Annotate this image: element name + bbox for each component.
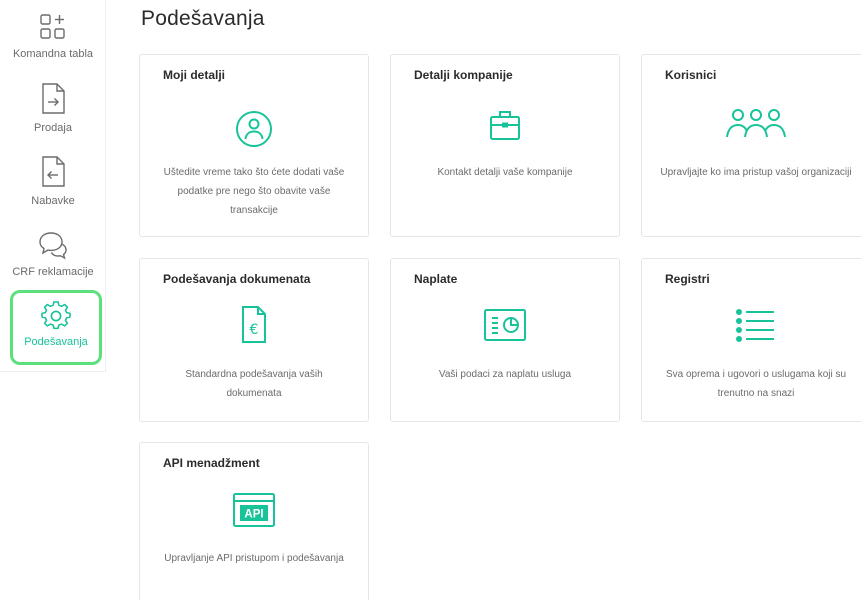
card-naplate[interactable]: Naplate Vaši podaci za naplatu usluga [390, 258, 620, 422]
card-title: Podešavanja dokumenata [163, 272, 311, 286]
card-title: Moji detalji [163, 68, 226, 82]
card-description: Vaši podaci za naplatu usluga [438, 369, 572, 380]
sidebar-item-komandna-tabla[interactable]: Komandna tabla [0, 12, 106, 60]
svg-text:€: € [250, 322, 259, 338]
sidebar-item-label: Prodaja [34, 122, 72, 134]
sidebar-item-label: Podešavanja [24, 336, 88, 348]
card-description: Upravljanje API pristupom i podešavanja [164, 553, 344, 564]
card-title: Korisnici [665, 68, 717, 82]
card-description: Standardna podešavanja vaših dokumenata [185, 369, 323, 399]
api-icon-text: API [244, 509, 263, 521]
api-window-icon: API [140, 491, 368, 529]
sidebar-item-label: Nabavke [31, 195, 75, 207]
card-title: Naplate [414, 272, 458, 286]
card-api-menadzment[interactable]: API menadžment API Upravljanje API prist… [139, 442, 369, 600]
page-title: Podešavanja [141, 7, 265, 30]
sidebar-item-podesavanja[interactable]: Podešavanja [10, 290, 102, 365]
sidebar-item-label: CRF reklamacije [12, 266, 94, 278]
card-title: Registri [665, 272, 710, 286]
gear-icon [41, 301, 71, 331]
users-group-icon [642, 105, 861, 145]
card-registri[interactable]: Registri Sva oprema i ugovori o uslugama… [641, 258, 861, 422]
list-icon [642, 307, 861, 343]
briefcase-icon [391, 105, 619, 145]
card-description: Sva oprema i ugovori o uslugama koji su … [665, 369, 847, 399]
sidebar-item-nabavke[interactable]: Nabavke [0, 155, 106, 207]
card-title: Detalji kompanije [414, 68, 513, 82]
sidebar-item-crf-reklamacije[interactable]: CRF reklamacije [0, 230, 106, 278]
card-moji-detalji[interactable]: Moji detalji Uštedite vreme tako što ćet… [139, 54, 369, 237]
card-description: Uštedite vreme tako što ćete dodati vaše… [163, 167, 345, 216]
invoice-chart-icon [391, 307, 619, 343]
document-arrow-right-icon [38, 82, 68, 116]
chat-bubbles-icon [37, 230, 69, 260]
card-podesavanja-dokumenata[interactable]: Podešavanja dokumenata € Standardna pode… [139, 258, 369, 422]
user-circle-icon [140, 109, 368, 149]
dashboard-grid-plus-icon [38, 12, 68, 42]
document-arrow-left-icon [38, 155, 68, 189]
card-description: Kontakt detalji vaše kompanije [437, 167, 573, 178]
card-description: Upravljajte ko ima pristup vašoj organiz… [660, 167, 852, 178]
card-title: API menadžment [163, 456, 260, 470]
document-euro-icon: € [140, 304, 368, 346]
sidebar-item-label: Komandna tabla [12, 48, 94, 60]
card-korisnici[interactable]: Korisnici Upravljajte ko ima pristup vaš… [641, 54, 861, 237]
sidebar: Komandna tabla Prodaja Nabavke CRF rekla… [0, 0, 106, 372]
sidebar-item-prodaja[interactable]: Prodaja [0, 82, 106, 134]
card-detalji-kompanije[interactable]: Detalji kompanije Kontakt detalji vaše k… [390, 54, 620, 237]
